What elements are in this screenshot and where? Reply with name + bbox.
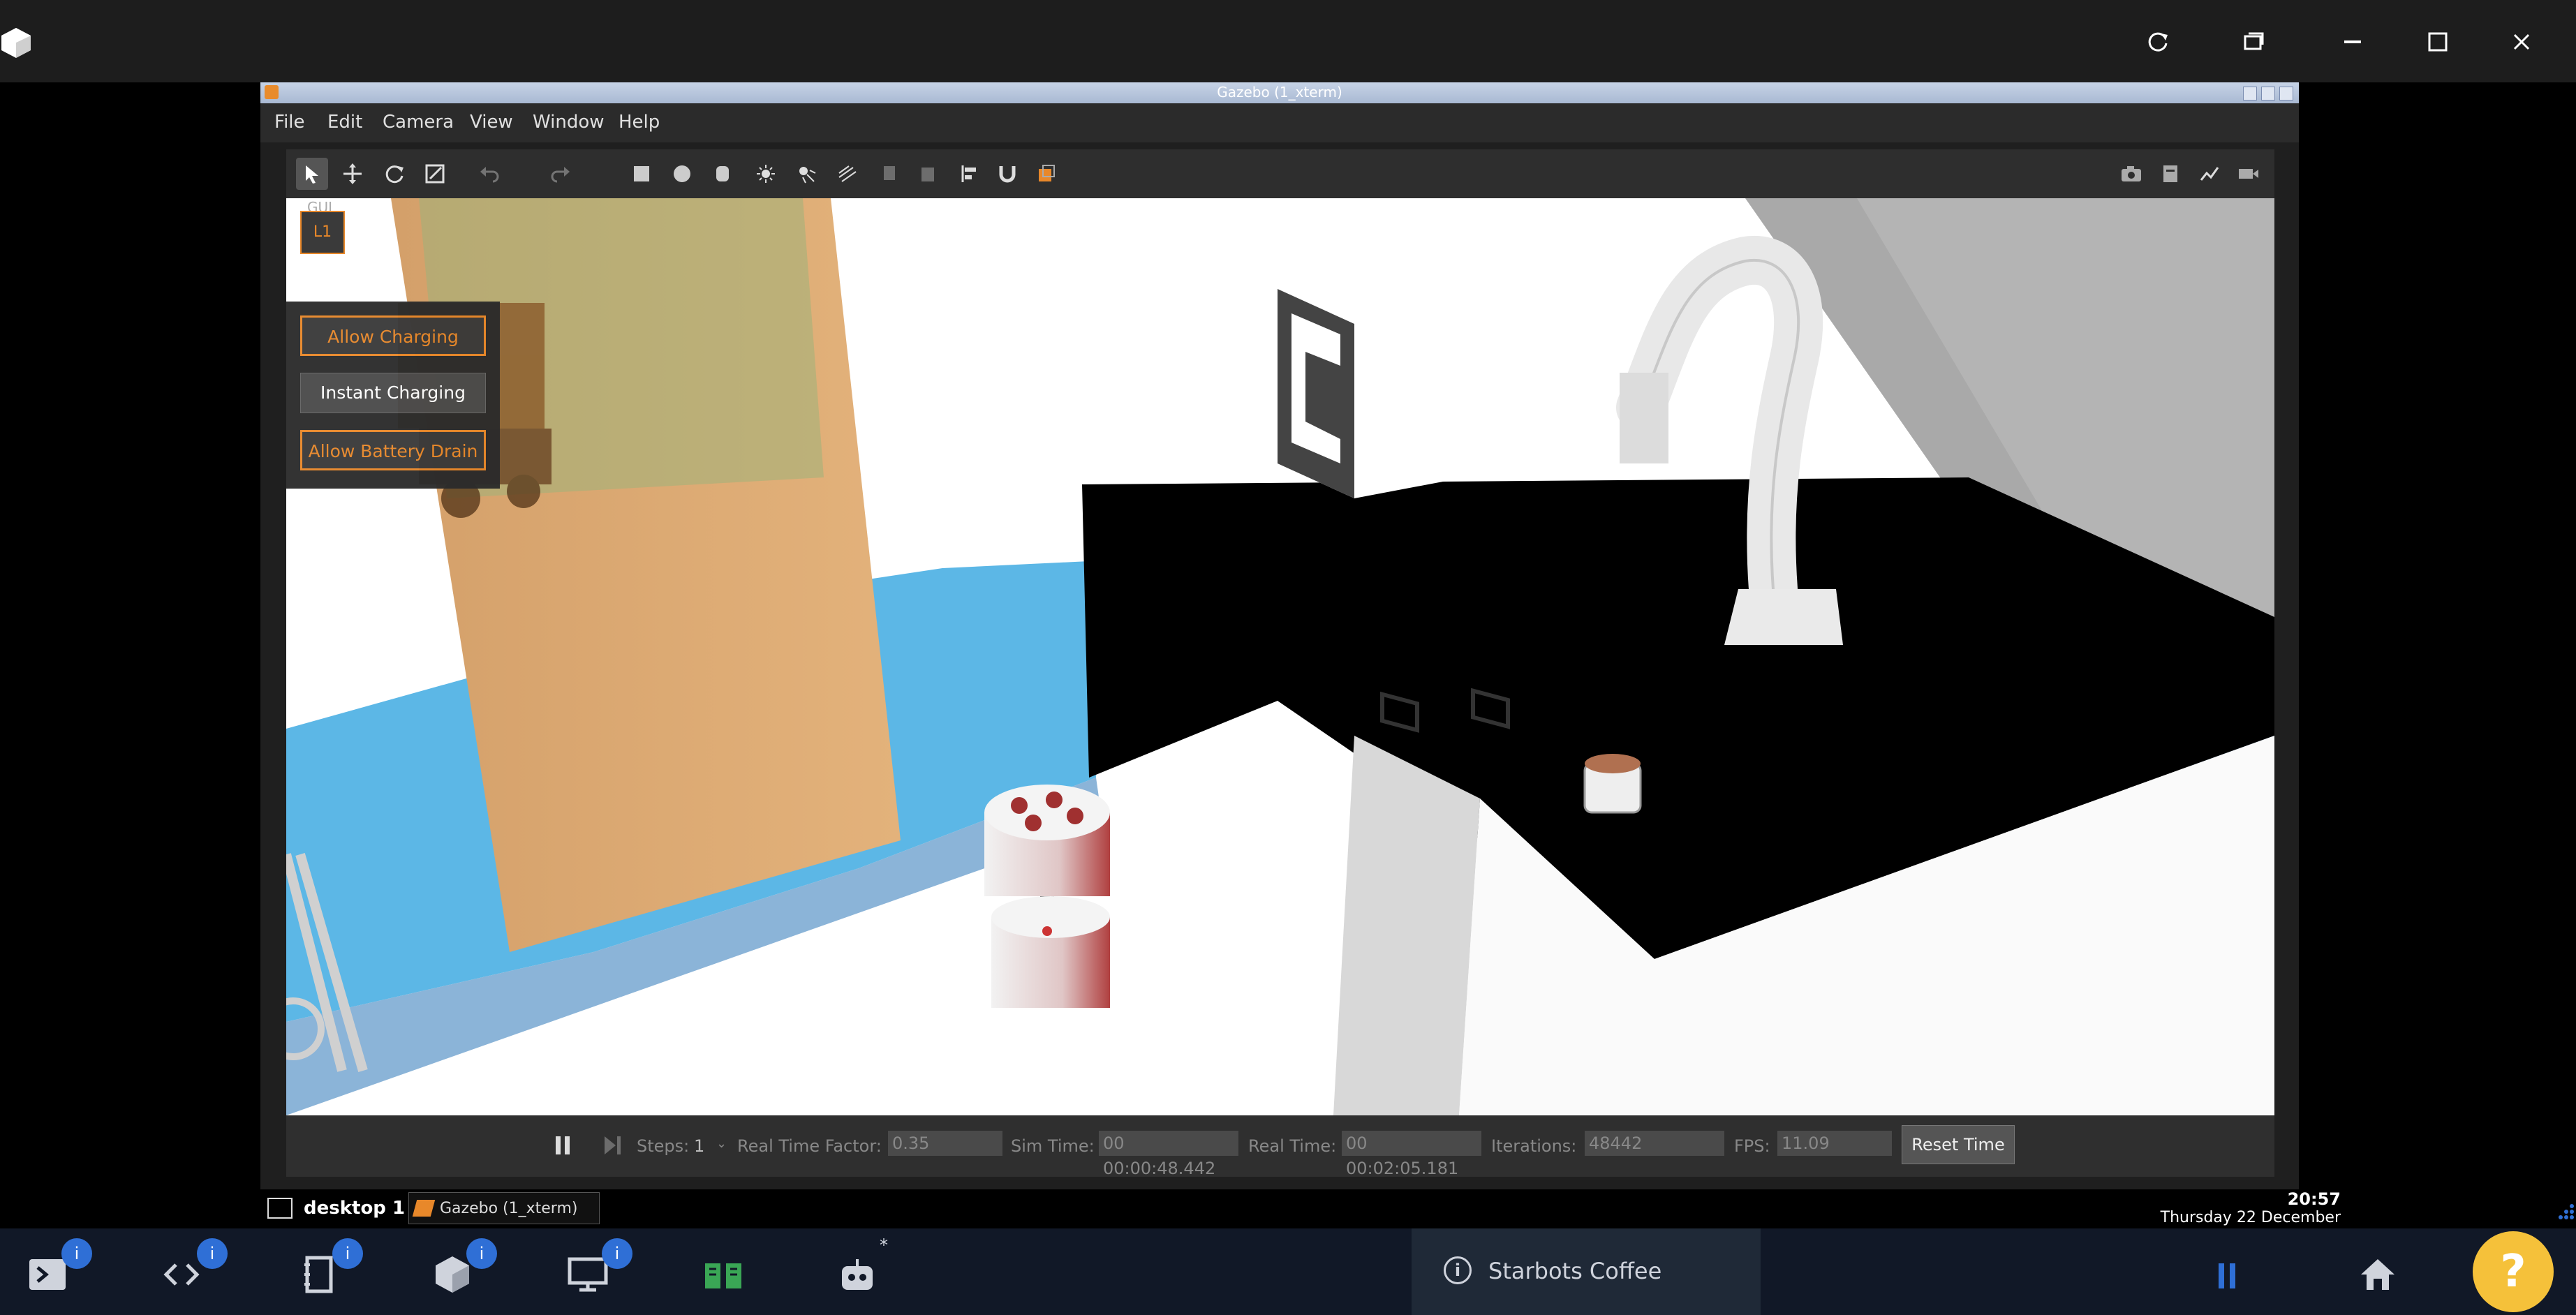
change-view-icon[interactable] [1030, 158, 1063, 190]
rtf-field: 0.35 [888, 1131, 1002, 1156]
project-title[interactable]: i Starbots Coffee [1412, 1228, 1761, 1315]
rotate-mode-icon[interactable] [378, 158, 410, 190]
restore-icon[interactable] [2233, 21, 2274, 63]
menu-file[interactable]: File [274, 112, 305, 133]
top-bar [0, 0, 2576, 82]
box-shape-icon[interactable] [626, 158, 658, 190]
title-close-icon[interactable] [2279, 87, 2293, 101]
plot-icon[interactable] [2193, 158, 2226, 190]
minimize-icon[interactable] [2332, 21, 2374, 63]
real-time-label: Real Time: [1248, 1136, 1337, 1156]
clock-time: 20:57 [2287, 1189, 2341, 1209]
terminal-badge: i [61, 1238, 92, 1269]
menu-camera[interactable]: Camera [383, 112, 454, 133]
scene-viewport[interactable] [286, 198, 2274, 1115]
code-editor-badge: i [197, 1238, 228, 1269]
coffee-cup-model [1583, 754, 1642, 814]
screenshot-camera-icon[interactable] [2115, 158, 2147, 190]
window-titlebar[interactable]: Gazebo (1_xterm) [260, 82, 2299, 103]
project-name: Starbots Coffee [1488, 1258, 1662, 1284]
step-icon[interactable] [603, 1135, 623, 1156]
title-maximize-icon[interactable] [2261, 87, 2275, 101]
robot-asterisk-icon: * [880, 1235, 888, 1255]
desktop-status-bar: desktop 1 Gazebo (1_xterm) 20:57 Thursda… [260, 1189, 2576, 1228]
redo-icon[interactable] [545, 158, 577, 190]
gazebo-toolbar [286, 149, 2274, 199]
dock-pause-icon[interactable] [2216, 1262, 2238, 1290]
translate-mode-icon[interactable] [336, 158, 369, 190]
iterations-field: 48442 [1585, 1131, 1724, 1156]
menu-edit[interactable]: Edit [327, 112, 362, 133]
charging-plugin-panel: Allow Charging Instant Charging Allow Ba… [286, 302, 500, 489]
point-light-icon[interactable] [750, 158, 782, 190]
dots-grid-icon[interactable] [2555, 1203, 2575, 1223]
notebook-icon[interactable] [303, 1255, 334, 1294]
notebook-badge: i [332, 1238, 363, 1269]
bottom-dock: i i i i i * i Starbots Coffee ? [0, 1204, 2576, 1315]
menu-bar: File Edit Camera View Window Help [260, 103, 2299, 142]
cylinder-shape-icon[interactable] [706, 158, 739, 190]
sphere-shape-icon[interactable] [666, 158, 698, 190]
instant-charging-button[interactable]: Instant Charging [300, 373, 486, 413]
scene-render [286, 198, 2274, 1115]
menu-view[interactable]: View [470, 112, 513, 133]
time-panel: Steps: 1 ⌄ Real Time Factor: 0.35 Sim Ti… [286, 1115, 2274, 1178]
steps-label: Steps: [637, 1136, 690, 1156]
gazebo-cube-icon[interactable] [434, 1255, 471, 1294]
gazebo-badge: i [466, 1238, 497, 1269]
video-record-icon[interactable] [2233, 158, 2265, 190]
pause-icon[interactable] [553, 1135, 572, 1156]
book-icon[interactable] [702, 1259, 744, 1291]
iterations-label: Iterations: [1491, 1136, 1577, 1156]
close-icon[interactable] [2501, 21, 2542, 63]
paste-icon[interactable] [912, 158, 944, 190]
desktop-label[interactable]: desktop 1 [304, 1198, 405, 1219]
clock-date: Thursday 22 December [2160, 1209, 2341, 1226]
steps-chevron-icon[interactable]: ⌄ [716, 1136, 727, 1151]
refresh-icon[interactable] [2136, 21, 2178, 63]
fps-label: FPS: [1734, 1136, 1770, 1156]
log-icon[interactable] [2154, 158, 2186, 190]
help-icon[interactable]: ? [2473, 1231, 2554, 1312]
title-minimize-icon[interactable] [2243, 87, 2257, 101]
sim-time-label: Sim Time: [1011, 1136, 1095, 1156]
taskbar-item-gazebo[interactable]: Gazebo (1_xterm) [408, 1192, 600, 1224]
reset-time-button[interactable]: Reset Time [1902, 1125, 2015, 1164]
fps-field: 11.09 [1777, 1131, 1892, 1156]
taskbar-item-label: Gazebo (1_xterm) [440, 1200, 578, 1217]
gazebo-task-icon [412, 1200, 436, 1217]
info-icon: i [1444, 1256, 1472, 1284]
allow-battery-drain-button[interactable]: Allow Battery Drain [300, 430, 486, 470]
rtf-label: Real Time Factor: [737, 1136, 882, 1156]
undo-icon[interactable] [473, 158, 505, 190]
select-mode-icon[interactable] [296, 158, 328, 190]
menu-help[interactable]: Help [619, 112, 660, 133]
real-time-field: 00 00:02:05.181 [1342, 1131, 1481, 1178]
robot-icon[interactable] [838, 1258, 877, 1293]
app-cube-icon[interactable] [0, 27, 32, 59]
terminal-icon[interactable] [29, 1259, 66, 1290]
menu-window[interactable]: Window [533, 112, 605, 133]
sim-time-field: 00 00:00:48.442 [1099, 1131, 1238, 1178]
maximize-icon[interactable] [2417, 21, 2459, 63]
home-icon[interactable] [2360, 1258, 2396, 1291]
align-icon[interactable] [954, 158, 986, 190]
copy-icon[interactable] [873, 158, 905, 190]
barista-robot-model [984, 785, 1110, 1008]
scale-mode-icon[interactable] [419, 158, 451, 190]
l1-button[interactable]: L1 [300, 211, 345, 254]
directional-light-icon[interactable] [831, 158, 863, 190]
desktop-icon[interactable] [267, 1198, 293, 1219]
monitor-badge: i [602, 1238, 632, 1269]
allow-charging-button[interactable]: Allow Charging [300, 315, 486, 356]
gazebo-client: Steps: 1 ⌄ Real Time Factor: 0.35 Sim Ti… [286, 149, 2274, 1178]
monitor-icon[interactable] [567, 1256, 609, 1293]
steps-value[interactable]: 1 [694, 1136, 704, 1156]
snap-magnet-icon[interactable] [991, 158, 1023, 190]
code-editor-icon[interactable] [162, 1259, 201, 1290]
window-title: Gazebo (1_xterm) [1217, 84, 1342, 101]
spot-light-icon[interactable] [790, 158, 822, 190]
